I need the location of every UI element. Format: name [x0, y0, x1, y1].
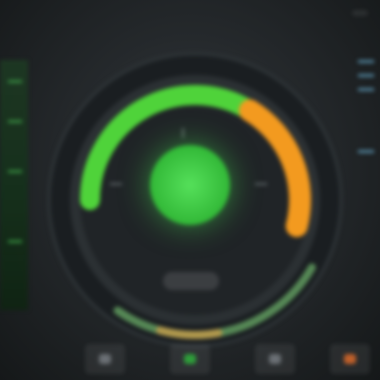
gauge-tick — [182, 128, 184, 138]
bottom-toolbar — [0, 320, 380, 380]
status-icon-dot — [344, 354, 356, 364]
panel-indicator — [358, 60, 374, 63]
status-icon-dot — [184, 354, 196, 364]
gauge-center-value — [150, 145, 230, 225]
status-icon-dot — [99, 354, 111, 364]
gauge-tick — [255, 183, 267, 185]
status-icon[interactable] — [255, 344, 295, 374]
top-bar — [0, 0, 380, 42]
status-icon[interactable] — [330, 344, 370, 374]
panel-indicator — [8, 170, 22, 173]
top-right-button[interactable] — [352, 10, 368, 16]
dashboard-screen — [0, 0, 380, 380]
status-icon[interactable] — [85, 344, 125, 374]
panel-indicator — [8, 240, 22, 243]
panel-indicator — [358, 74, 374, 77]
gauge-tick — [110, 183, 122, 185]
right-side-panel — [350, 60, 380, 300]
gauge-sub-label — [163, 272, 219, 290]
status-icon[interactable] — [170, 344, 210, 374]
panel-indicator — [358, 88, 374, 91]
left-side-panel — [0, 60, 28, 310]
panel-indicator — [8, 80, 22, 83]
panel-indicator — [358, 150, 374, 153]
status-icon-dot — [269, 354, 281, 364]
panel-indicator — [8, 120, 22, 123]
